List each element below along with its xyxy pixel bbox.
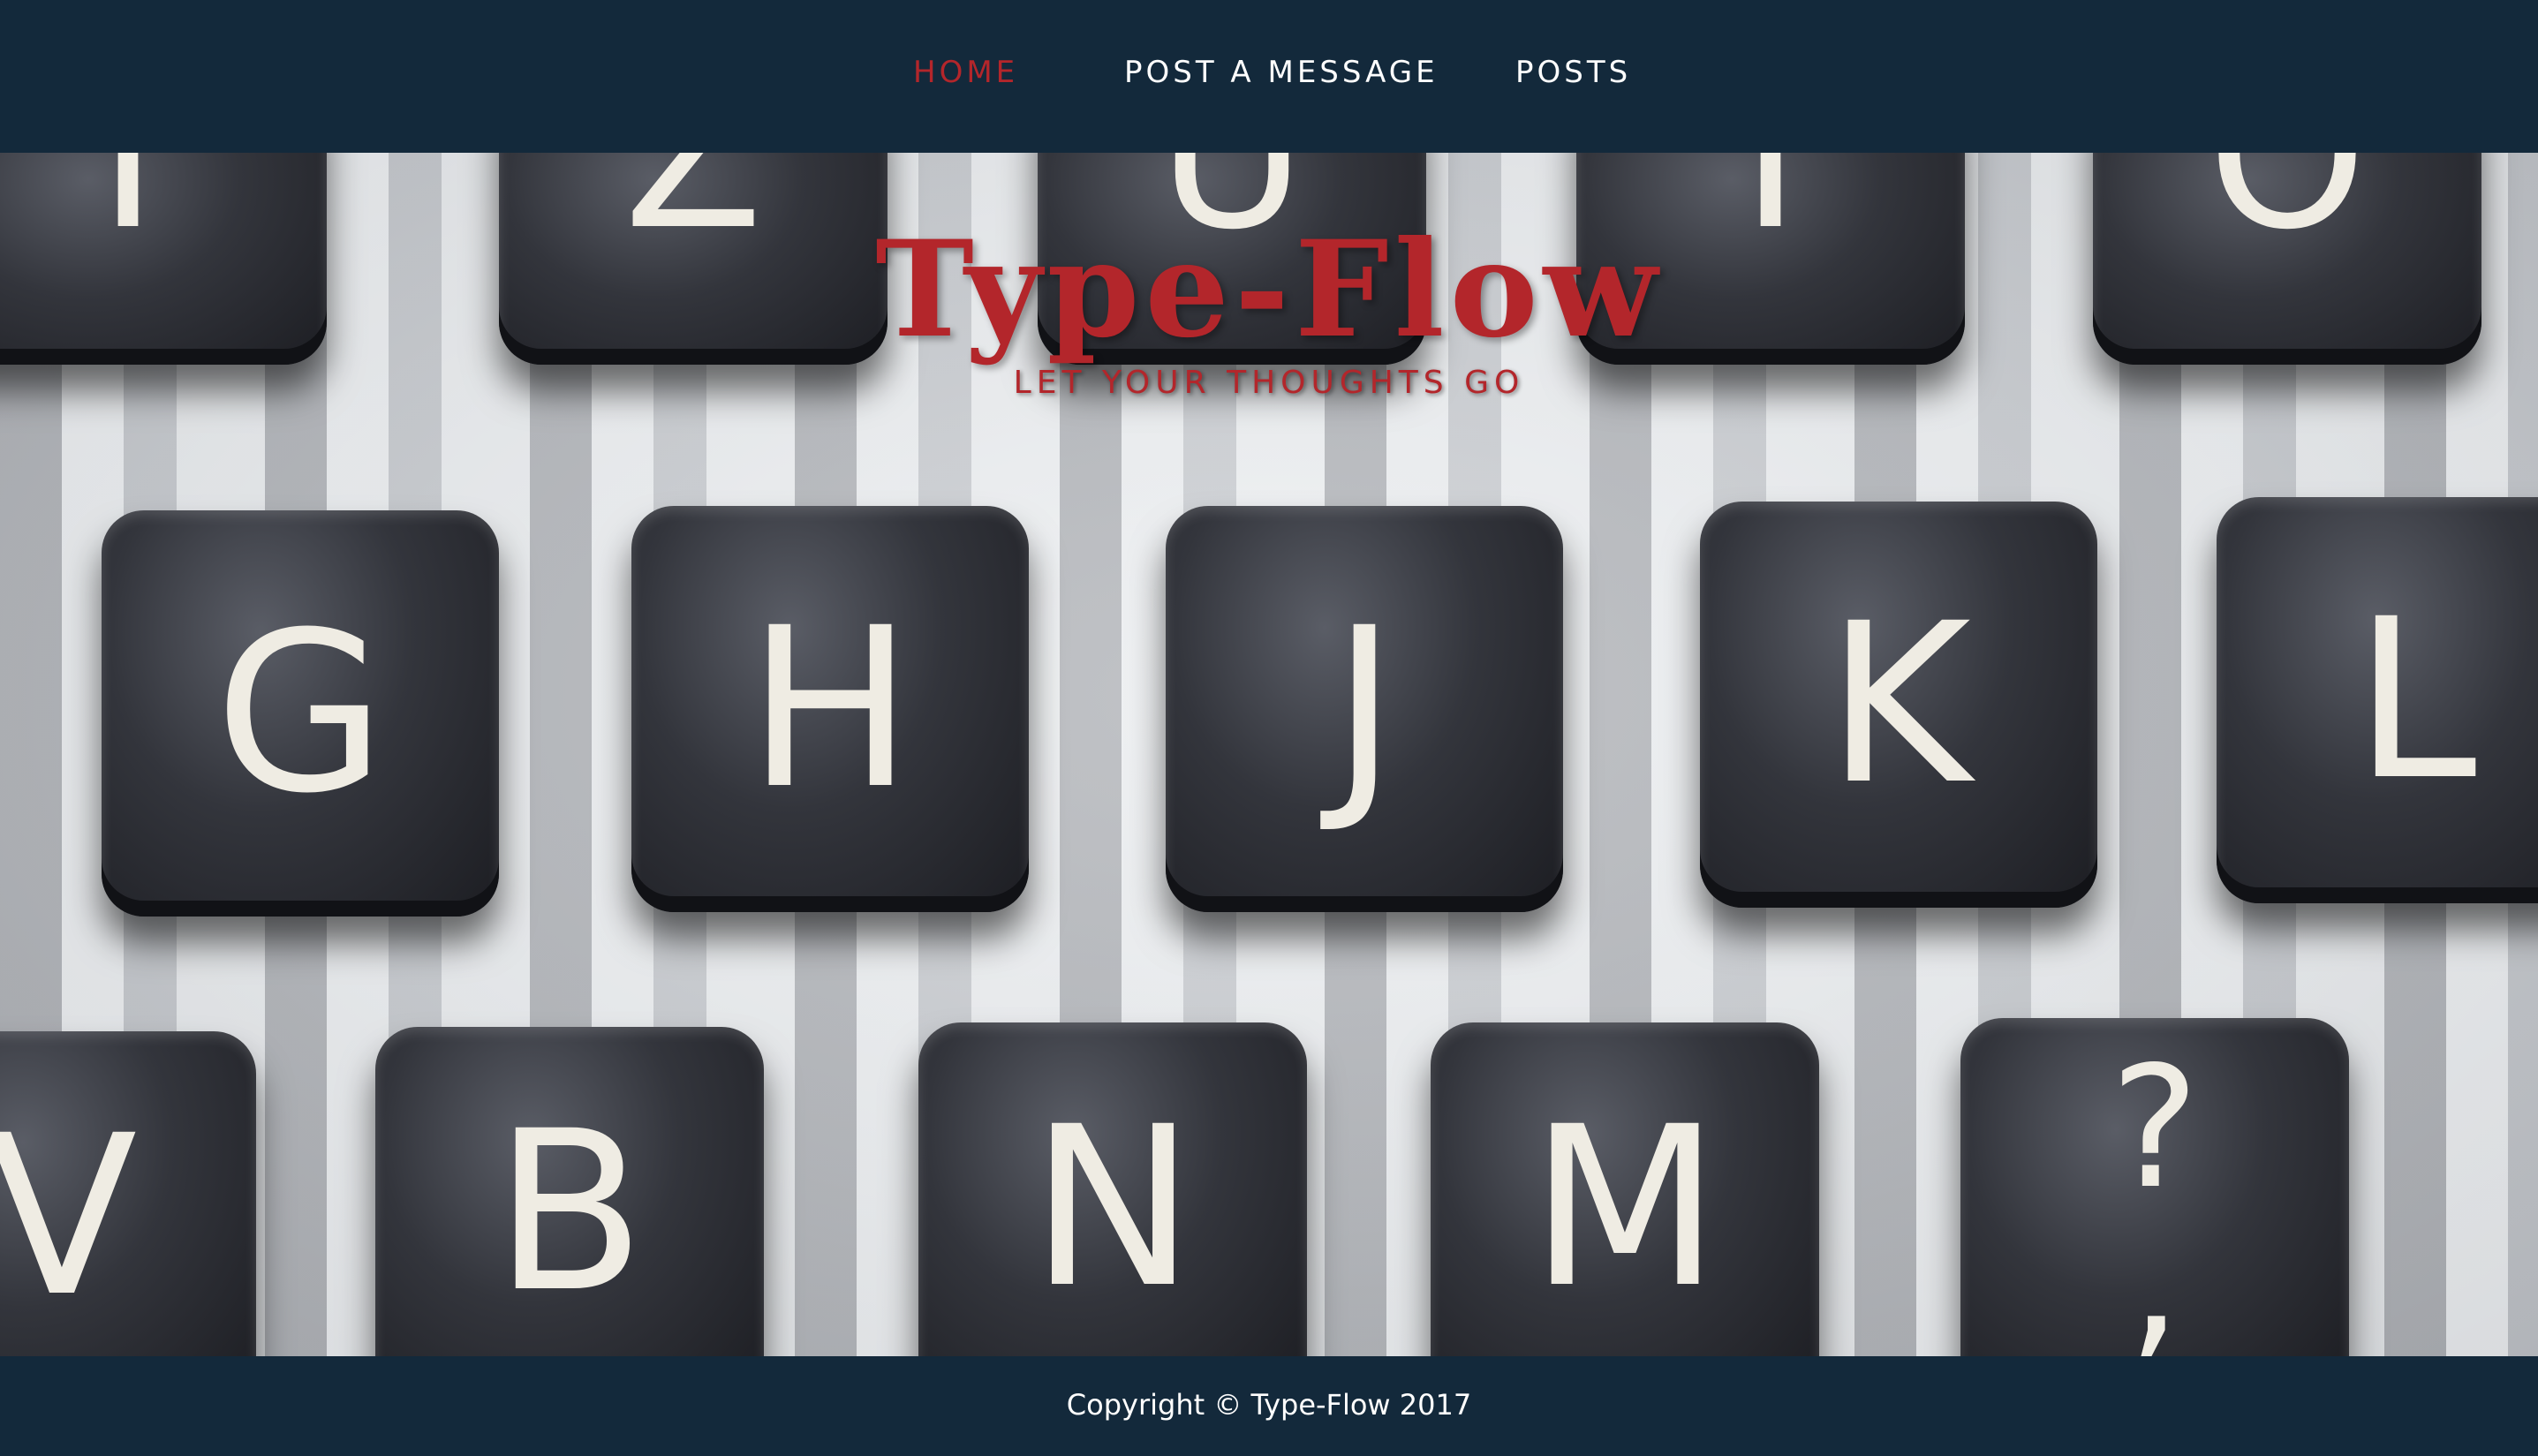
typewriter-key: K (1700, 502, 2097, 908)
copyright-text: Copyright © Type-Flow 2017 (1066, 1388, 1472, 1422)
site-tagline: LET YOUR THOUGHTS GO (1013, 365, 1525, 401)
hero-banner: T Z U I O G H J K L V B N M ? , Type-Flo… (0, 153, 2538, 1356)
key-letter: H (747, 580, 913, 837)
typewriter-key: B (375, 1027, 764, 1356)
typewriter-key: H (631, 506, 1029, 912)
key-letter: ? , (2110, 1030, 2200, 1357)
key-letter: M (1530, 1079, 1720, 1336)
typewriter-key: M (1431, 1022, 1819, 1356)
brand-block: Type-Flow LET YOUR THOUGHTS GO (0, 223, 2538, 401)
nav-post-message-link[interactable]: POST A MESSAGE (1124, 55, 1439, 90)
typewriter-key: J (1166, 506, 1563, 912)
nav-posts-link[interactable]: POSTS (1515, 55, 1631, 90)
nav-home-link[interactable]: HOME (913, 55, 1018, 90)
key-letter: K (1826, 576, 1971, 833)
typewriter-key: L (2217, 497, 2538, 903)
key-letter: J (1332, 580, 1397, 837)
site-title: Type-Flow (875, 212, 1663, 367)
key-letter: N (1030, 1079, 1196, 1336)
key-letter: V (0, 1088, 138, 1345)
key-letter: L (2353, 571, 2477, 828)
top-navbar: HOME POST A MESSAGE POSTS (0, 0, 2538, 153)
typewriter-key: V (0, 1031, 256, 1356)
key-letter: B (494, 1083, 646, 1340)
footer: Copyright © Type-Flow 2017 (0, 1356, 2538, 1456)
typewriter-key: G (102, 510, 499, 917)
typewriter-key: ? , (1960, 1018, 2349, 1356)
typewriter-key: N (918, 1022, 1307, 1356)
key-letter: G (215, 585, 386, 841)
